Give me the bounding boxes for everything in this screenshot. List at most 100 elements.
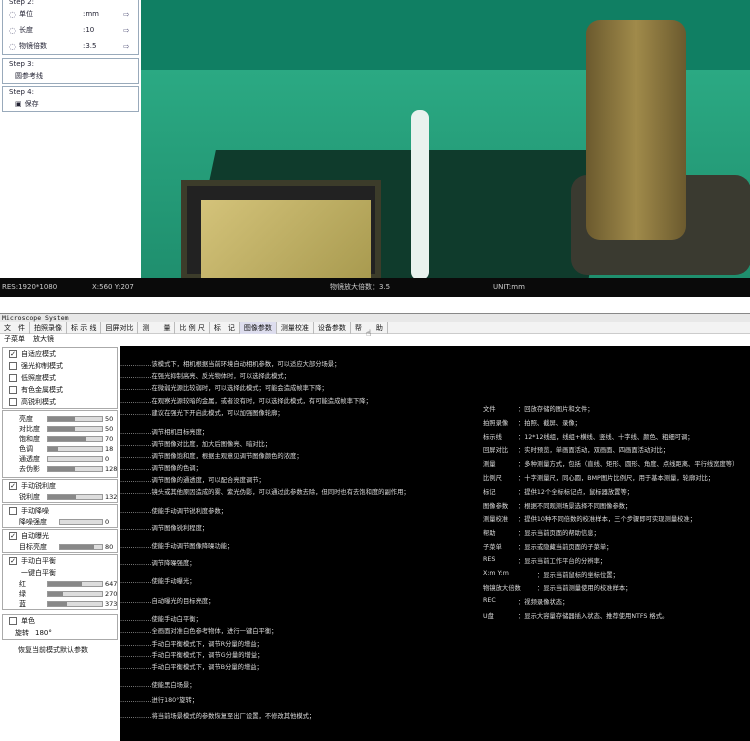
- help-line: ……………调节图像的色调；: [120, 465, 202, 472]
- toggle-label: 手动降噪: [21, 507, 49, 515]
- unit-row[interactable]: ◌ 单位 :mm ⇨: [3, 6, 138, 22]
- slider-track[interactable]: [47, 436, 103, 442]
- mode-adaptive[interactable]: ✓ 自适应模式: [3, 348, 117, 360]
- resolution-text: RES:1920*1080: [2, 283, 58, 291]
- rotate-row[interactable]: 旋转 180°: [3, 627, 117, 639]
- param-value: 132: [105, 493, 118, 501]
- help-term: 标记: [483, 488, 496, 496]
- help-line: ……………镜头或其他原因造成的雾、紫光伪影，可以通过此参数去除，但同时也有去饱和…: [120, 489, 410, 496]
- param-label: 蓝: [19, 600, 26, 608]
- slider-track[interactable]: [47, 466, 103, 472]
- checkbox[interactable]: [9, 386, 17, 394]
- circle-reference-button[interactable]: 圆参考线: [9, 70, 138, 83]
- help-term: 帮助: [483, 530, 496, 538]
- checkbox[interactable]: [9, 398, 17, 406]
- unit-value: :mm: [83, 10, 99, 18]
- arrow-right-icon[interactable]: ⇨: [123, 26, 130, 35]
- brightness-slider[interactable]: 亮度 50: [3, 414, 117, 424]
- slider-track[interactable]: [47, 456, 103, 462]
- denoise-slider[interactable]: 降噪强度 0: [3, 517, 117, 527]
- arrow-right-icon[interactable]: ⇨: [123, 10, 130, 19]
- checkbox[interactable]: [9, 362, 17, 370]
- slider-fill: [48, 582, 83, 586]
- param-value: 647: [105, 580, 118, 588]
- help-desc: ：显示当前页面的帮助信息；: [518, 530, 600, 538]
- slider-fill: [60, 545, 94, 549]
- manual-wb-toggle[interactable]: ✓ 手动白平衡: [3, 555, 117, 567]
- menu-bar: 文 件 拍照录像 标 示 线 回屏对比 测 量 比 例 尺 标 记 图像参数 测…: [0, 321, 750, 339]
- menu-mark[interactable]: 标 记: [210, 321, 240, 334]
- objective-label: 物镜倍数: [19, 42, 47, 50]
- slider-track[interactable]: [47, 591, 103, 597]
- saturation-slider[interactable]: 饱和度 70: [3, 434, 117, 444]
- help-desc: ：提供12个全标标记点，鼠标器放置等；: [518, 488, 634, 496]
- param-value: 80: [105, 543, 114, 551]
- auto-exposure-toggle[interactable]: ✓ 自动曝光: [3, 530, 117, 542]
- mode-metal[interactable]: 有色金属模式: [3, 384, 117, 396]
- one-key-wb-button[interactable]: 一键白平衡: [3, 567, 117, 579]
- checkbox[interactable]: ✓: [9, 350, 17, 358]
- gold-pad: [201, 200, 371, 278]
- unit-label: 单位: [19, 10, 33, 18]
- mode-glare[interactable]: 强光抑制模式: [3, 360, 117, 372]
- help-desc: ：显示当前鼠标的坐标位置；: [537, 571, 619, 579]
- checkbox[interactable]: ✓: [9, 482, 17, 490]
- target-brightness-slider[interactable]: 目标亮度 80: [3, 542, 117, 552]
- help-line: ……………使能手动白平衡；: [120, 616, 202, 623]
- blue-gain-slider[interactable]: 蓝 373: [3, 599, 117, 609]
- slider-track[interactable]: [47, 426, 103, 432]
- sharpness-slider[interactable]: 锐利度 132: [3, 492, 117, 502]
- magnifier-button[interactable]: 放大镜: [33, 334, 54, 344]
- menu-device[interactable]: 设备参数: [314, 321, 351, 334]
- slider-track[interactable]: [47, 494, 103, 500]
- menu-lines[interactable]: 标 示 线: [67, 321, 102, 334]
- sub-menu-toggle[interactable]: 子菜单: [4, 334, 25, 344]
- step3-title: Step 3:: [9, 60, 34, 68]
- menu-file[interactable]: 文 件: [0, 321, 30, 334]
- green-gain-slider[interactable]: 绿 270: [3, 589, 117, 599]
- param-label: 通透度: [19, 455, 40, 463]
- slider-track[interactable]: [47, 581, 103, 587]
- help-line: ……………在强光抑制高亮、反光物体时，可以选择此模式；: [120, 373, 291, 380]
- clarity-slider[interactable]: 通透度 0: [3, 454, 117, 464]
- help-term: 物镜放大倍数: [483, 585, 521, 593]
- help-line: ……………将当前场景模式的参数恢复至出厂设置，不修改其他模式；: [120, 713, 316, 720]
- menu-image-params[interactable]: 图像参数: [239, 321, 277, 334]
- checkbox[interactable]: [9, 507, 17, 515]
- manual-denoise-toggle[interactable]: 手动降噪: [3, 505, 117, 517]
- mode-lowlight[interactable]: 低照度模式: [3, 372, 117, 384]
- checkbox[interactable]: ✓: [9, 557, 17, 565]
- slider-track[interactable]: [47, 601, 103, 607]
- slider-track[interactable]: [47, 416, 103, 422]
- menu-scale[interactable]: 比 例 尺: [175, 321, 210, 334]
- length-label: 长度: [19, 26, 33, 34]
- mode-label: 低照度模式: [21, 374, 56, 382]
- help-line: ……………建议在强光下开启此模式，可以加强图像轮廓；: [120, 410, 284, 417]
- restore-defaults-button[interactable]: 恢复当前模式默认参数: [0, 644, 120, 656]
- slider-track[interactable]: [59, 544, 103, 550]
- help-term: 子菜单: [483, 544, 502, 551]
- manual-sharpen-toggle[interactable]: ✓ 手动锐利度: [3, 480, 117, 492]
- mode-sharp[interactable]: 高锐利模式: [3, 396, 117, 408]
- checkbox[interactable]: ✓: [9, 532, 17, 540]
- contrast-slider[interactable]: 对比度 50: [3, 424, 117, 434]
- menu-calibration[interactable]: 测量校准: [277, 321, 314, 334]
- menu-capture[interactable]: 拍照录像: [30, 321, 67, 334]
- checkbox[interactable]: [9, 617, 17, 625]
- red-gain-slider[interactable]: 红 647: [3, 579, 117, 589]
- menu-compare[interactable]: 回屏对比: [101, 321, 139, 334]
- save-button[interactable]: ▣ 保存: [9, 98, 138, 111]
- arrow-right-icon[interactable]: ⇨: [123, 42, 130, 51]
- checkbox[interactable]: [9, 374, 17, 382]
- exposure-group: ✓ 自动曝光 目标亮度 80: [2, 529, 118, 553]
- menu-measure[interactable]: 测 量: [138, 321, 176, 334]
- dehaze-slider[interactable]: 去伪影 128: [3, 464, 117, 474]
- slider-track[interactable]: [59, 519, 103, 525]
- hue-slider[interactable]: 色调 18: [3, 444, 117, 454]
- mono-toggle[interactable]: 单色: [3, 615, 117, 627]
- save-icon: ▣: [15, 100, 22, 108]
- microscope-image[interactable]: [141, 0, 750, 278]
- slider-track[interactable]: [47, 446, 103, 452]
- length-row[interactable]: ◌ 长度 :10 ⇨: [3, 22, 138, 38]
- objective-row[interactable]: ◌ 物镜倍数 :3.5 ⇨: [3, 38, 138, 54]
